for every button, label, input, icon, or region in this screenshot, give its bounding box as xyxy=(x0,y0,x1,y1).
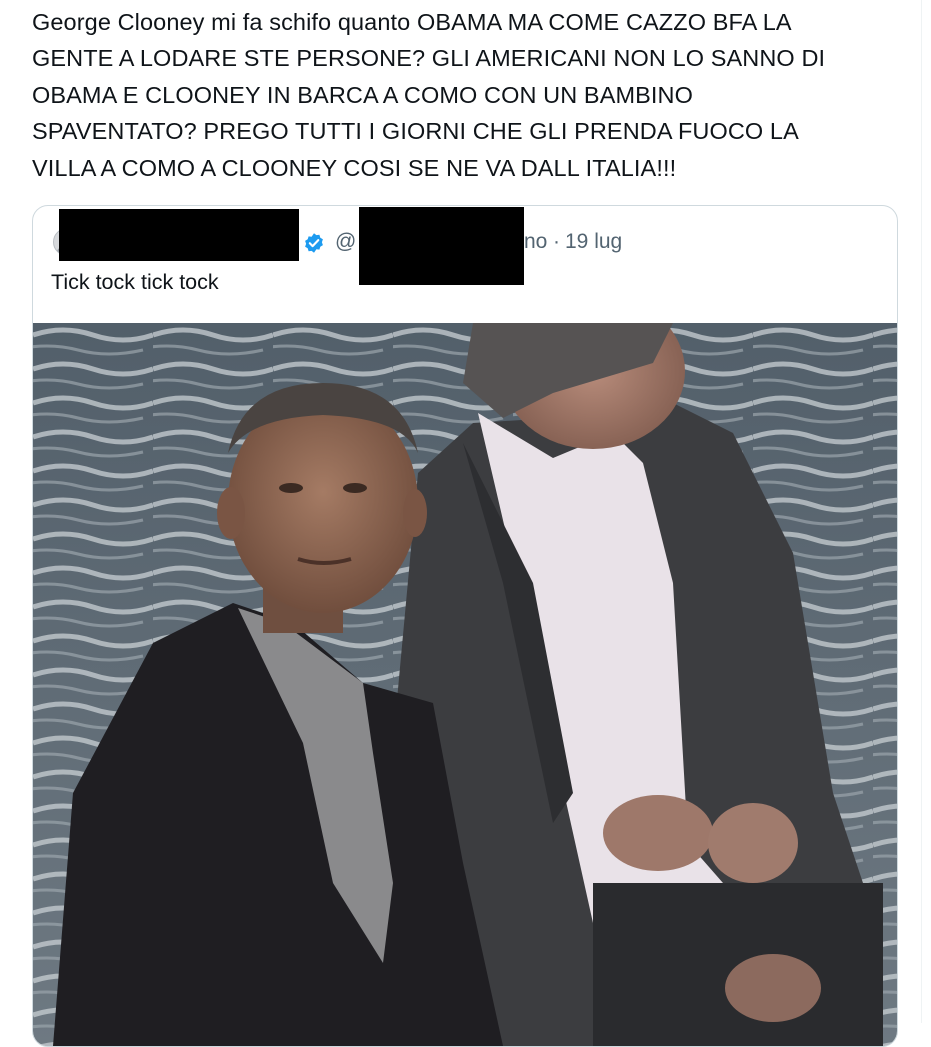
quoted-tweet-card[interactable]: @ no · 19 lug Tick tock tick tock xyxy=(32,205,898,1047)
handle-suffix[interactable]: no xyxy=(524,230,547,254)
handle-prefix[interactable]: @ xyxy=(335,230,356,254)
timeline-divider xyxy=(921,0,922,1023)
separator-dot: · xyxy=(553,230,560,253)
quoted-tweet-text: Tick tock tick tock xyxy=(51,270,219,294)
quoted-tweet-header: @ no · 19 lug xyxy=(33,206,897,285)
verified-badge-icon xyxy=(303,232,325,254)
redacted-display-name xyxy=(59,209,299,261)
quoted-tweet-photo[interactable] xyxy=(33,323,897,1046)
redacted-handle xyxy=(359,207,524,285)
quoted-tweet-date[interactable]: 19 lug xyxy=(565,230,622,254)
tweet-text: George Clooney mi fa schifo quanto OBAMA… xyxy=(32,9,826,181)
